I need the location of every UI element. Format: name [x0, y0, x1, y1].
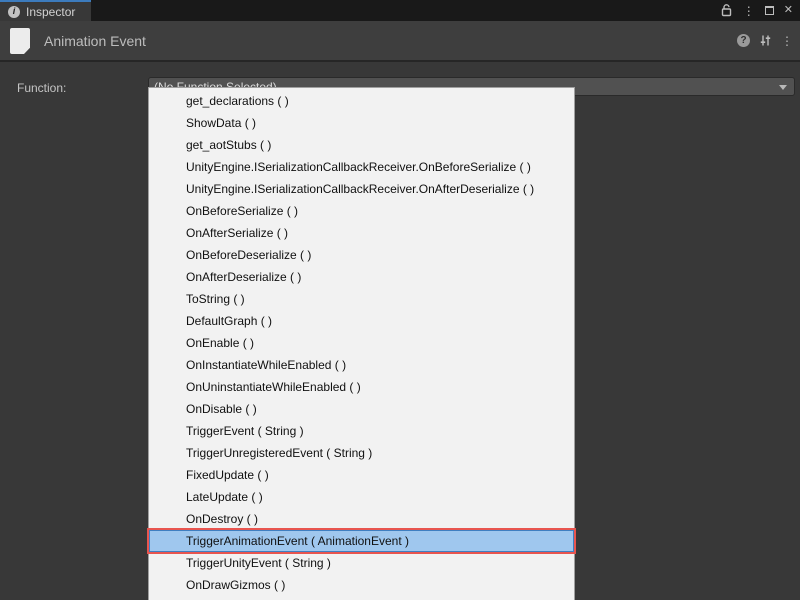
dropdown-item[interactable]: OnDisable ( )	[149, 398, 574, 420]
dropdown-item[interactable]: OnInstantiateWhileEnabled ( )	[149, 354, 574, 376]
dropdown-item[interactable]: OnUninstantiateWhileEnabled ( )	[149, 376, 574, 398]
header-menu-kebab-icon[interactable]: ⋮	[781, 35, 793, 47]
presets-icon[interactable]	[759, 34, 772, 47]
dropdown-item[interactable]: get_aotStubs ( )	[149, 134, 574, 156]
tab-menu-kebab-icon[interactable]: ⋮	[743, 5, 755, 17]
tab-label: Inspector	[26, 5, 75, 19]
titlebar-icons: ⋮ ✕	[721, 0, 793, 21]
dropdown-item[interactable]: FixedUpdate ( )	[149, 464, 574, 486]
dropdown-item[interactable]: TriggerUnityEvent ( String )	[149, 552, 574, 574]
dropdown-item[interactable]: ToString ( )	[149, 288, 574, 310]
dropdown-item[interactable]: OnAfterSerialize ( )	[149, 222, 574, 244]
inspector-header: Animation Event ? ⋮	[0, 21, 800, 62]
dropdown-item[interactable]: get_declarations ( )	[149, 90, 574, 112]
close-icon[interactable]: ✕	[784, 5, 793, 16]
dropdown-item[interactable]: UnityEngine.ISerializationCallbackReceiv…	[149, 178, 574, 200]
unlock-icon[interactable]	[721, 4, 733, 17]
dropdown-item[interactable]: OnDrawGizmos ( )	[149, 574, 574, 596]
tab-bar: i Inspector ⋮ ✕	[0, 0, 800, 21]
help-icon[interactable]: ?	[737, 34, 750, 47]
dropdown-item[interactable]: DefaultGraph ( )	[149, 310, 574, 332]
function-label: Function:	[17, 81, 66, 95]
object-title: Animation Event	[44, 21, 146, 60]
info-icon: i	[8, 6, 20, 18]
dropdown-item[interactable]: LateUpdate ( )	[149, 486, 574, 508]
unity-inspector-window: i Inspector ⋮ ✕ Animation Event ?	[0, 0, 800, 600]
dropdown-item[interactable]: OnBeforeDeserialize ( )	[149, 244, 574, 266]
function-dropdown-popup: get_declarations ( ) ShowData ( ) get_ao…	[148, 87, 575, 600]
maximize-icon[interactable]	[765, 6, 774, 15]
dropdown-item[interactable]: TriggerAnimationEvent ( AnimationEvent )	[149, 530, 574, 552]
tab-inspector[interactable]: i Inspector	[0, 0, 91, 21]
dropdown-item[interactable]: TriggerEvent ( String )	[149, 420, 574, 442]
scriptable-object-icon	[10, 28, 30, 54]
dropdown-item[interactable]: OnEnable ( )	[149, 332, 574, 354]
dropdown-item[interactable]: UnityEngine.ISerializationCallbackReceiv…	[149, 156, 574, 178]
chevron-down-icon	[779, 85, 787, 90]
dropdown-item[interactable]: TriggerUnregisteredEvent ( String )	[149, 442, 574, 464]
dropdown-item[interactable]: OnDestroy ( )	[149, 508, 574, 530]
dropdown-item[interactable]: OnAfterDeserialize ( )	[149, 266, 574, 288]
dropdown-item[interactable]: OnBeforeSerialize ( )	[149, 200, 574, 222]
header-icons: ? ⋮	[737, 21, 793, 60]
dropdown-item[interactable]: ShowData ( )	[149, 112, 574, 134]
